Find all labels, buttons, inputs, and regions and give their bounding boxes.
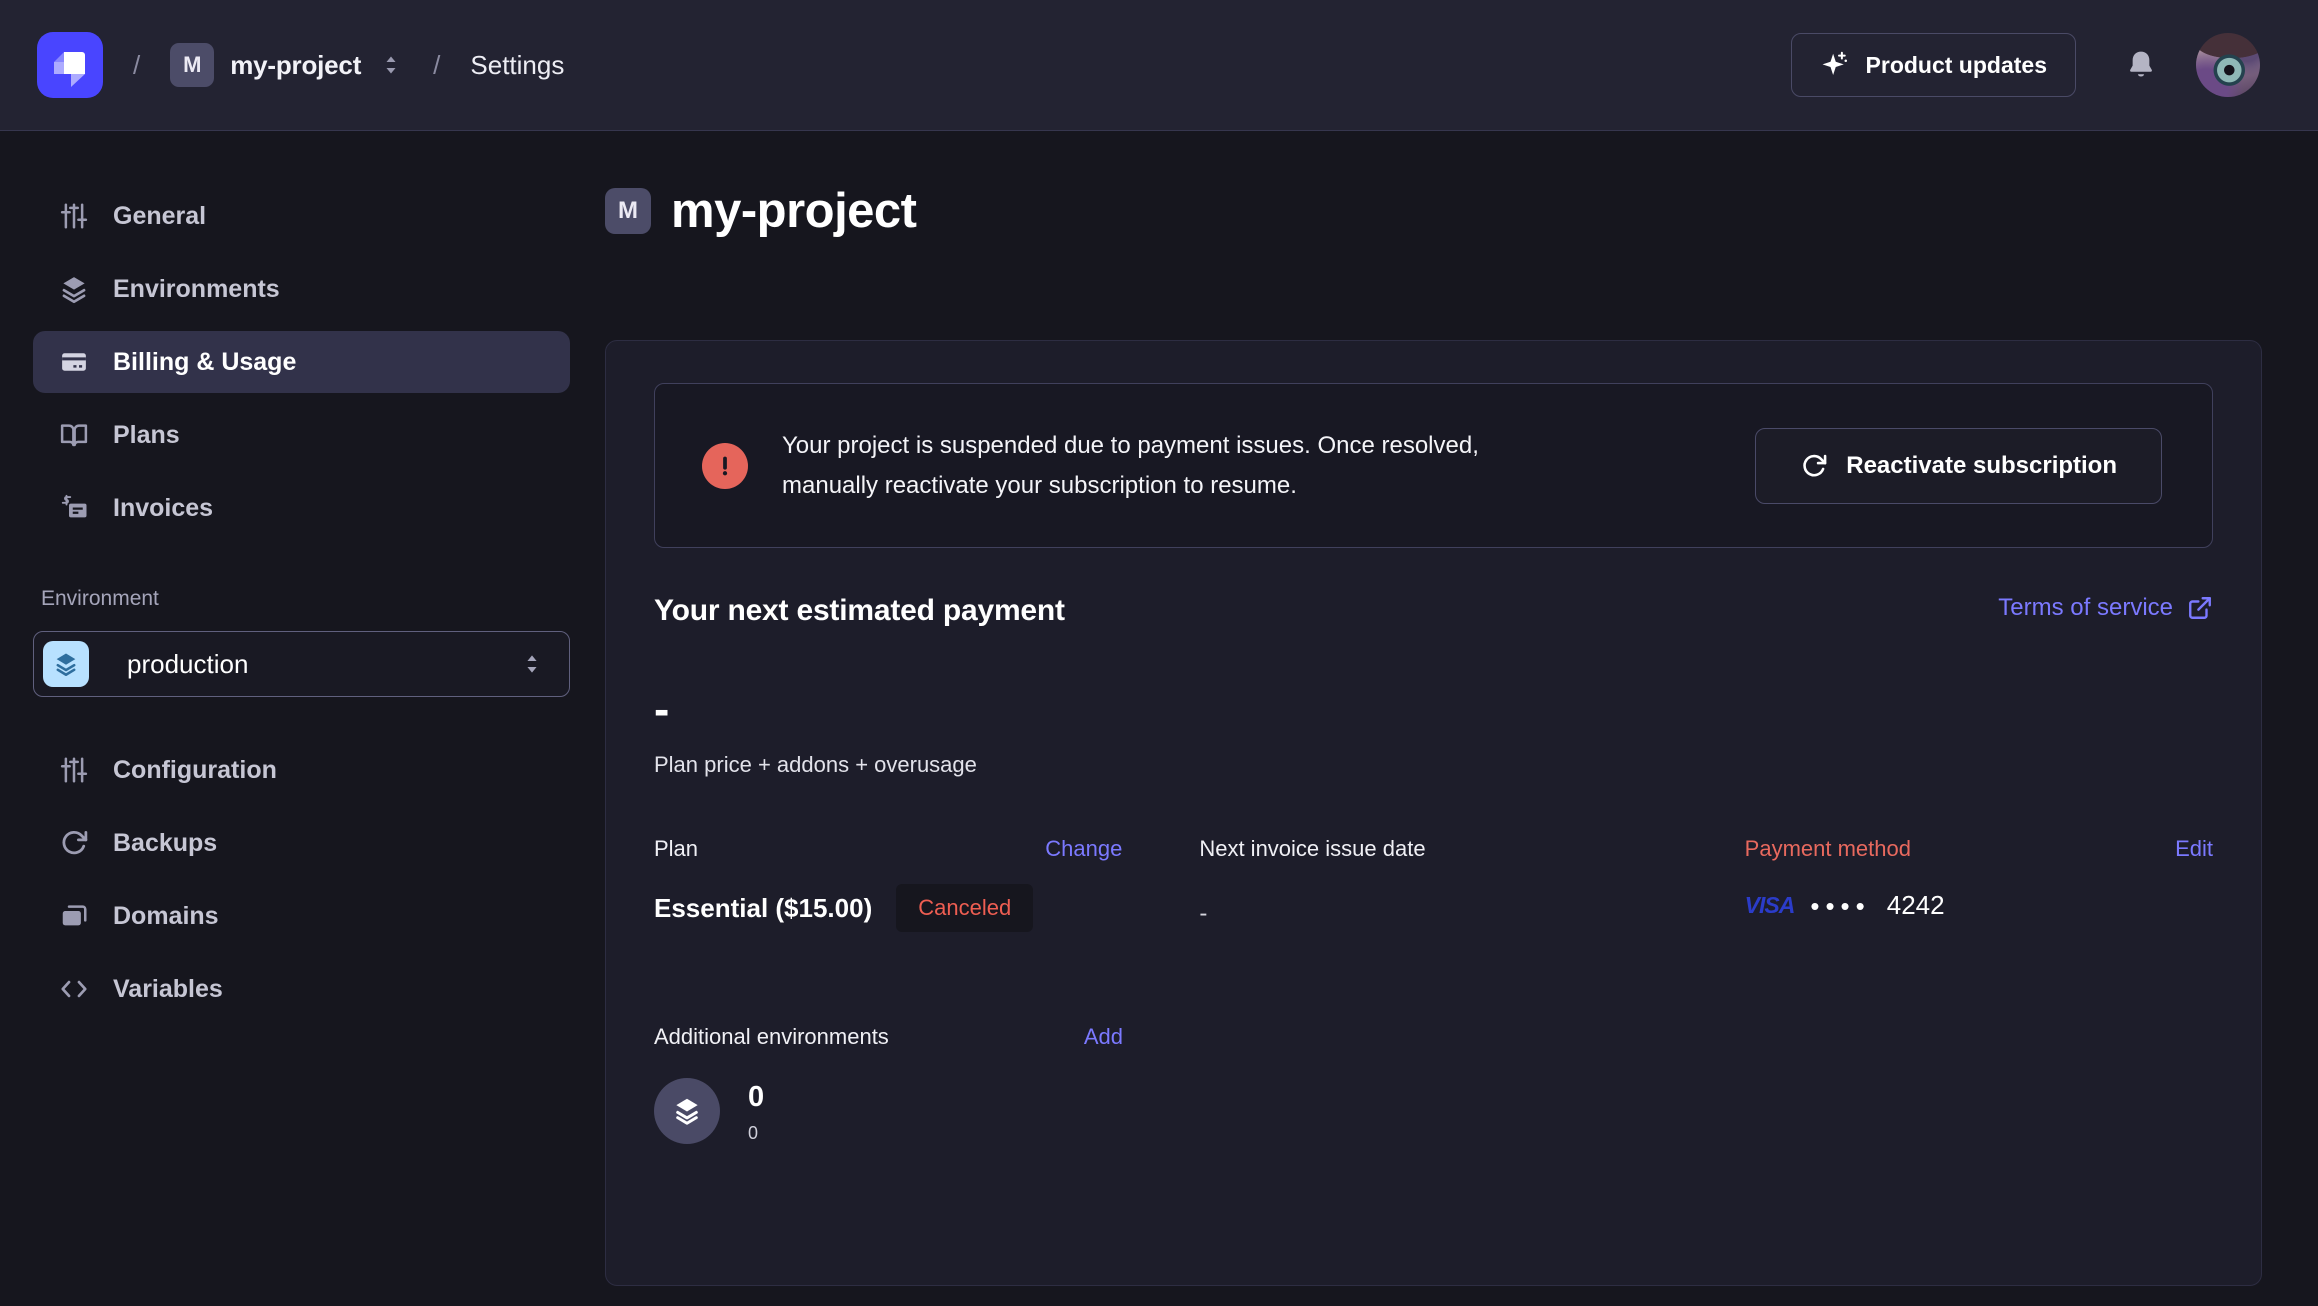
additional-environments-label: Additional environments (654, 1024, 889, 1050)
reactivate-subscription-label: Reactivate subscription (1846, 452, 2117, 480)
sidebar-item-label: Variables (113, 975, 223, 1004)
suspension-message-line2: manually reactivate your subscription to… (782, 466, 1479, 506)
terms-of-service-label: Terms of service (1998, 594, 2173, 622)
payment-method-column: Payment method Edit VISA •••• 4242 (1745, 836, 2213, 932)
sidebar-item-label: Domains (113, 902, 219, 931)
suspension-message: Your project is suspended due to payment… (782, 426, 1479, 506)
top-bar: / M my-project / Settings Product update… (0, 0, 2318, 131)
product-updates-label: Product updates (1866, 52, 2047, 79)
estimated-amount: - (654, 686, 2213, 732)
sidebar-item-domains[interactable]: Domains (33, 885, 570, 947)
environments-count-icon (654, 1078, 720, 1144)
sidebar-item-billing-usage[interactable]: Billing & Usage (33, 331, 570, 393)
payment-formula: Plan price + addons + overusage (654, 752, 2213, 778)
environment-select-value: production (127, 649, 248, 680)
breadcrumb-separator: / (133, 50, 140, 81)
sidebar-item-backups[interactable]: Backups (33, 812, 570, 874)
sidebar-item-environments[interactable]: Environments (33, 258, 570, 320)
billing-card: Your project is suspended due to payment… (605, 340, 2262, 1286)
suspension-banner: Your project is suspended due to payment… (654, 383, 2213, 548)
environment-section-label: Environment (41, 587, 570, 611)
suspension-message-line1: Your project is suspended due to payment… (782, 426, 1479, 466)
rotate-cw-icon (59, 828, 89, 858)
next-invoice-value: - (1199, 900, 1667, 928)
layers-icon (59, 274, 89, 304)
environments-count: 0 (748, 1081, 764, 1114)
project-switcher-icon[interactable] (379, 53, 403, 77)
app-logo[interactable] (37, 32, 103, 98)
page-title: my-project (671, 183, 917, 239)
sidebar-item-label: Backups (113, 829, 217, 858)
credit-card-icon (59, 347, 89, 377)
sidebar-item-invoices[interactable]: Invoices (33, 477, 570, 539)
add-environment-link[interactable]: Add (1084, 1024, 1123, 1050)
page-title-row: M my-project (605, 183, 2262, 239)
edit-payment-method-link[interactable]: Edit (2175, 836, 2213, 862)
stacked-windows-icon (59, 901, 89, 931)
code-icon (59, 974, 89, 1004)
sidebar-item-variables[interactable]: Variables (33, 958, 570, 1020)
sliders-icon (59, 755, 89, 785)
sidebar-item-label: Billing & Usage (113, 348, 296, 377)
next-invoice-column: Next invoice issue date - (1199, 836, 1667, 932)
sidebar-item-label: Environments (113, 275, 280, 304)
plan-label: Plan (654, 836, 698, 862)
sidebar-item-label: General (113, 202, 206, 231)
next-invoice-label: Next invoice issue date (1199, 836, 1425, 862)
sidebar: General Environments Billing & Usage (0, 131, 605, 1306)
refresh-icon (1800, 452, 1828, 480)
sidebar-item-label: Configuration (113, 756, 277, 785)
plan-column: Plan Change Essential ($15.00) Canceled (654, 836, 1122, 932)
main-content: M my-project Your project is suspended d… (605, 131, 2318, 1306)
external-link-icon (2187, 595, 2213, 621)
breadcrumb-separator: / (433, 50, 440, 81)
top-bar-actions: Product updates (1791, 33, 2260, 97)
sidebar-item-plans[interactable]: Plans (33, 404, 570, 466)
notifications-bell-icon[interactable] (2124, 48, 2158, 82)
warning-icon (702, 443, 748, 489)
sparkle-icon (1820, 50, 1850, 80)
masked-card-digits: •••• (1810, 893, 1870, 919)
breadcrumb-project[interactable]: M my-project (170, 43, 403, 87)
billing-details-grid: Plan Change Essential ($15.00) Canceled … (654, 836, 2213, 932)
additional-environments-section: Additional environments Add 0 0 (654, 1024, 1123, 1144)
plan-status-badge: Canceled (896, 884, 1033, 932)
user-avatar[interactable] (2196, 33, 2260, 97)
environment-icon (43, 641, 89, 687)
card-last-four: 4242 (1887, 890, 1945, 921)
sliders-icon (59, 201, 89, 231)
open-book-icon (59, 420, 89, 450)
reactivate-subscription-button[interactable]: Reactivate subscription (1755, 428, 2162, 504)
next-payment-heading: Your next estimated payment (654, 594, 1065, 628)
layers-icon (671, 1095, 703, 1127)
environments-usage-count: 0 (748, 1123, 764, 1144)
sidebar-item-label: Invoices (113, 494, 213, 523)
sidebar-item-configuration[interactable]: Configuration (33, 739, 570, 801)
project-initial-chip: M (605, 188, 651, 234)
project-initial-chip: M (170, 43, 214, 87)
change-plan-link[interactable]: Change (1045, 836, 1122, 862)
invoice-receipt-icon (59, 493, 89, 523)
terms-of-service-link[interactable]: Terms of service (1998, 594, 2213, 622)
payment-method-label: Payment method (1745, 836, 1911, 862)
product-updates-button[interactable]: Product updates (1791, 33, 2076, 97)
sidebar-item-general[interactable]: General (33, 185, 570, 247)
breadcrumb-settings[interactable]: Settings (470, 50, 564, 81)
chevron-up-down-icon (519, 651, 545, 677)
plan-name: Essential ($15.00) (654, 893, 872, 924)
visa-logo: VISA (1745, 892, 1795, 919)
strapi-logo-icon (37, 32, 103, 98)
sidebar-item-label: Plans (113, 421, 180, 450)
breadcrumb-project-name: my-project (230, 50, 361, 81)
environment-select[interactable]: production (33, 631, 570, 697)
